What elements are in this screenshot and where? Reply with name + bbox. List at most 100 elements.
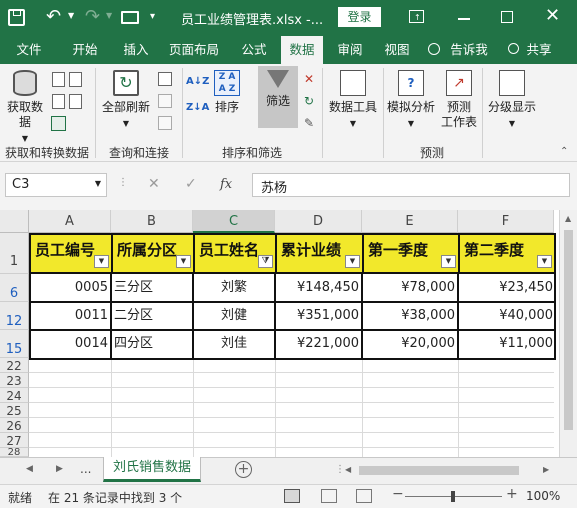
cell-d6[interactable]: ¥148,450	[277, 274, 359, 302]
tab-view[interactable]: 视图	[376, 36, 418, 64]
formula-bar-resize-handle[interactable]: ⋮	[118, 177, 128, 188]
filter-dropdown-icon[interactable]: ▼	[94, 255, 109, 268]
chevron-down-icon[interactable]: ▼	[95, 179, 101, 188]
cell-c15[interactable]: 刘佳	[195, 330, 273, 358]
cell-c6[interactable]: 刘繁	[195, 274, 273, 302]
clear-filter-icon[interactable]: ✕	[304, 72, 314, 86]
close-icon[interactable]: ✕	[545, 5, 560, 26]
tab-data[interactable]: 数据	[281, 36, 323, 64]
collapse-ribbon-icon[interactable]: ⌃	[560, 146, 568, 157]
zoom-slider[interactable]	[405, 491, 502, 502]
advanced-filter-icon[interactable]: ✎	[304, 116, 314, 130]
vertical-scrollbar[interactable]: ▲	[559, 210, 577, 457]
row-header-28[interactable]: 28	[0, 448, 29, 457]
outline-button[interactable]: 分级显示 ▼	[485, 70, 539, 131]
column-header-b[interactable]: B	[111, 210, 193, 233]
login-button[interactable]: 登录	[338, 7, 381, 27]
vertical-scroll-thumb[interactable]	[564, 230, 573, 430]
cell-f12[interactable]: ¥40,000	[460, 302, 553, 330]
zoom-in-icon[interactable]: +	[506, 486, 518, 502]
insert-function-icon[interactable]: fx	[220, 177, 232, 192]
column-header-f[interactable]: F	[458, 210, 554, 233]
scroll-sheets-left-icon[interactable]: ◀	[26, 464, 33, 474]
undo-icon[interactable]: ↶	[46, 6, 61, 27]
cell-e12[interactable]: ¥38,000	[364, 302, 455, 330]
row-header-6[interactable]: 6	[0, 274, 29, 302]
from-table-icon[interactable]	[51, 116, 66, 131]
formula-input[interactable]: 苏杨	[252, 173, 570, 197]
open-folder-icon[interactable]	[121, 11, 139, 24]
tab-home[interactable]: 开始	[64, 36, 106, 64]
scroll-right-icon[interactable]: ▶	[543, 465, 549, 474]
column-header-c[interactable]: C	[193, 210, 275, 233]
tab-page-layout[interactable]: 页面布局	[165, 36, 223, 64]
restore-icon[interactable]	[501, 11, 513, 23]
cell-f15[interactable]: ¥11,000	[460, 330, 553, 358]
customize-qat-icon[interactable]: ▾	[150, 11, 155, 22]
row-header-26[interactable]: 26	[0, 418, 29, 433]
reapply-filter-icon[interactable]: ↻	[304, 94, 314, 108]
cell-b6[interactable]: 三分区	[114, 274, 190, 302]
what-if-analysis-button[interactable]: ? 模拟分析 ▼	[385, 70, 437, 131]
tell-me-box[interactable]: 告诉我	[444, 36, 494, 64]
sort-descending-icon[interactable]: Z↓A	[186, 102, 209, 113]
row-header-1[interactable]: 1	[0, 233, 29, 274]
cell-e15[interactable]: ¥20,000	[364, 330, 455, 358]
horizontal-scrollbar[interactable]	[357, 465, 539, 477]
filter-dropdown-icon[interactable]: ▼	[441, 255, 456, 268]
sheet-tab-active[interactable]: 刘氏销售数据	[103, 457, 201, 482]
normal-view-icon[interactable]	[284, 489, 300, 503]
cell-b12[interactable]: 二分区	[114, 302, 190, 330]
data-tools-button[interactable]: 数据工具 ▼	[326, 70, 380, 131]
zoom-out-icon[interactable]: −	[392, 486, 404, 502]
cell-c12[interactable]: 刘健	[195, 302, 273, 330]
scroll-up-icon[interactable]: ▲	[565, 214, 571, 223]
worksheet-grid[interactable]: A B C D E F 1 6 12 15 22 23 24 25 26 27 …	[0, 210, 577, 457]
page-break-preview-icon[interactable]	[356, 489, 372, 503]
from-text-icon[interactable]	[52, 72, 65, 87]
column-header-d[interactable]: D	[275, 210, 362, 233]
cell-d15[interactable]: ¥221,000	[277, 330, 359, 358]
tab-insert[interactable]: 插入	[115, 36, 157, 64]
row-header-24[interactable]: 24	[0, 388, 29, 403]
zoom-slider-thumb[interactable]	[451, 491, 455, 502]
filter-dropdown-icon[interactable]: ▼	[537, 255, 552, 268]
select-all-corner[interactable]	[0, 210, 29, 233]
row-header-22[interactable]: 22	[0, 358, 29, 373]
enter-icon[interactable]: ✓	[185, 176, 197, 192]
column-header-e[interactable]: E	[362, 210, 458, 233]
save-icon[interactable]	[8, 9, 25, 26]
row-header-12[interactable]: 12	[0, 302, 29, 330]
cell-b15[interactable]: 四分区	[114, 330, 190, 358]
cell-d12[interactable]: ¥351,000	[277, 302, 359, 330]
sort-button[interactable]: Z AA Z 排序	[210, 70, 244, 115]
minimize-icon[interactable]	[458, 18, 470, 20]
filter-active-icon[interactable]: ⧩	[258, 255, 273, 268]
cell-a12[interactable]: 0011	[31, 302, 108, 330]
existing-connections-icon[interactable]	[69, 94, 82, 109]
refresh-all-button[interactable]: ↻ 全部刷新 ▼	[98, 70, 154, 131]
row-header-15[interactable]: 15	[0, 330, 29, 358]
more-sheets-button[interactable]: ...	[80, 462, 91, 476]
page-layout-view-icon[interactable]	[321, 489, 337, 503]
row-header-23[interactable]: 23	[0, 373, 29, 388]
undo-dropdown-icon[interactable]: ▼	[68, 11, 74, 20]
cell-a6[interactable]: 0005	[31, 274, 108, 302]
scroll-sheets-right-icon[interactable]: ▶	[56, 464, 63, 474]
forecast-sheet-button[interactable]: ↗ 预测 工作表	[438, 70, 480, 130]
tab-file[interactable]: 文件	[8, 36, 50, 64]
scroll-left-icon[interactable]: ◀	[345, 465, 351, 474]
add-sheet-icon[interactable]: +	[235, 461, 252, 478]
name-box[interactable]: C3 ▼	[5, 173, 107, 197]
from-web-icon[interactable]	[52, 94, 65, 109]
tab-split-handle[interactable]: ⋮	[335, 464, 345, 475]
get-data-button[interactable]: 获取数据 ▼	[4, 70, 46, 146]
column-header-a[interactable]: A	[29, 210, 111, 233]
horizontal-scroll-thumb[interactable]	[359, 466, 519, 475]
tab-formulas[interactable]: 公式	[233, 36, 275, 64]
filter-dropdown-icon[interactable]: ▼	[176, 255, 191, 268]
tab-review[interactable]: 审阅	[329, 36, 371, 64]
filter-dropdown-icon[interactable]: ▼	[345, 255, 360, 268]
row-header-25[interactable]: 25	[0, 403, 29, 418]
ribbon-display-options-icon[interactable]: ↑	[409, 10, 424, 23]
